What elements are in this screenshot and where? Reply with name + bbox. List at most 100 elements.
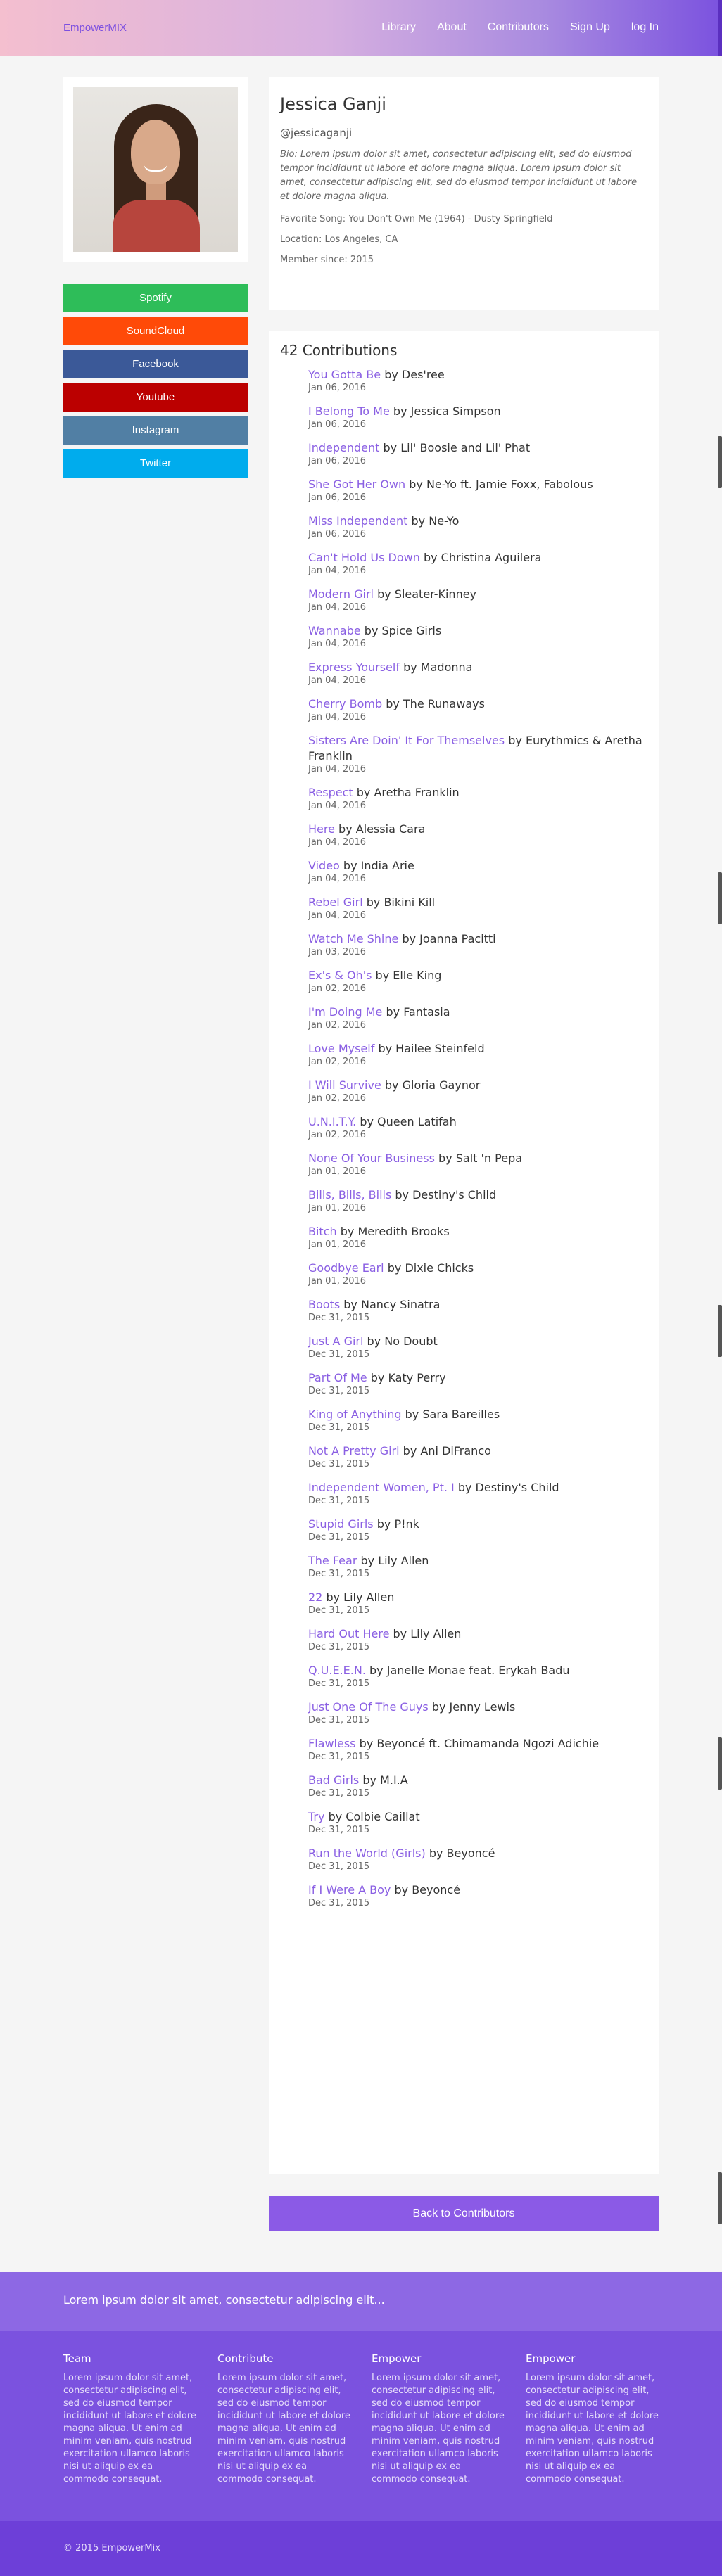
back-to-contributors-button[interactable]: Back to Contributors bbox=[269, 2196, 659, 2231]
song-link[interactable]: I'm Doing Me bbox=[308, 1005, 382, 1019]
song-link[interactable]: Modern Girl bbox=[308, 587, 374, 601]
song-link[interactable]: The Fear bbox=[308, 1554, 357, 1567]
contribution-line: Hard Out Here by Lily Allen bbox=[308, 1626, 647, 1642]
song-link[interactable]: Independent Women, Pt. I bbox=[308, 1481, 455, 1494]
contribution-line: She Got Her Own by Ne-Yo ft. Jamie Foxx,… bbox=[308, 477, 647, 492]
song-link[interactable]: Watch Me Shine bbox=[308, 932, 398, 945]
scrollbar-thumb[interactable] bbox=[718, 872, 722, 924]
song-link[interactable]: Here bbox=[308, 822, 335, 836]
contribution-line: I Belong To Me by Jessica Simpson bbox=[308, 404, 647, 419]
contribution-item: Flawless by Beyoncé ft. Chimamanda Ngozi… bbox=[308, 1736, 647, 1763]
song-link[interactable]: U.N.I.T.Y. bbox=[308, 1115, 356, 1128]
spotify-button[interactable]: Spotify bbox=[63, 284, 248, 312]
by-label: by bbox=[386, 1005, 400, 1019]
song-link[interactable]: Bad Girls bbox=[308, 1773, 359, 1787]
soundcloud-button[interactable]: SoundCloud bbox=[63, 317, 248, 345]
by-label: by bbox=[378, 1042, 393, 1055]
song-link[interactable]: Rebel Girl bbox=[308, 895, 363, 909]
song-link[interactable]: Run the World (Girls) bbox=[308, 1847, 426, 1860]
scrollbar-thumb[interactable] bbox=[718, 436, 722, 488]
artist-name: Jenny Lewis bbox=[449, 1700, 516, 1714]
contribution-date: Jan 06, 2016 bbox=[308, 456, 367, 466]
song-link[interactable]: Q.U.E.E.N. bbox=[308, 1664, 366, 1677]
brand-logo[interactable]: EmpowerMIX bbox=[63, 22, 127, 34]
nav-log-in[interactable]: log In bbox=[631, 21, 659, 34]
artist-name: Sara Bareilles bbox=[422, 1408, 500, 1421]
song-link[interactable]: Just A Girl bbox=[308, 1334, 363, 1348]
youtube-button[interactable]: Youtube bbox=[63, 383, 248, 412]
scrollbar-thumb[interactable] bbox=[718, 1737, 722, 1790]
contribution-date: Dec 31, 2015 bbox=[308, 1678, 370, 1689]
song-link[interactable]: Can't Hold Us Down bbox=[308, 551, 420, 564]
nav-sign-up[interactable]: Sign Up bbox=[570, 21, 610, 34]
nav-contributors[interactable]: Contributors bbox=[488, 21, 549, 34]
contribution-date: Jan 02, 2016 bbox=[308, 1057, 367, 1067]
song-link[interactable]: Sisters Are Doin' It For Themselves bbox=[308, 734, 505, 747]
contribution-line: Respect by Aretha Franklin bbox=[308, 785, 647, 801]
song-link[interactable]: Video bbox=[308, 859, 340, 872]
instagram-button[interactable]: Instagram bbox=[63, 416, 248, 445]
song-link[interactable]: You Gotta Be bbox=[308, 368, 381, 381]
artist-name: Katy Perry bbox=[388, 1371, 446, 1384]
song-link[interactable]: Bitch bbox=[308, 1225, 337, 1238]
song-link[interactable]: Miss Independent bbox=[308, 514, 407, 528]
contribution-line: Boots by Nancy Sinatra bbox=[308, 1297, 647, 1313]
social-links: Spotify SoundCloud Facebook Youtube Inst… bbox=[63, 284, 248, 483]
artist-name: Lily Allen bbox=[378, 1554, 429, 1567]
song-link[interactable]: 22 bbox=[308, 1590, 322, 1604]
song-link[interactable]: Bills, Bills, Bills bbox=[308, 1188, 391, 1201]
profile-handle: @jessicaganji bbox=[280, 127, 353, 139]
footer-heading: Empower bbox=[372, 2352, 422, 2365]
nav-about[interactable]: About bbox=[437, 21, 467, 34]
song-link[interactable]: Ex's & Oh's bbox=[308, 969, 372, 982]
song-link[interactable]: Just One Of The Guys bbox=[308, 1700, 429, 1714]
song-link[interactable]: Boots bbox=[308, 1298, 340, 1311]
song-link[interactable]: She Got Her Own bbox=[308, 478, 405, 491]
song-link[interactable]: None Of Your Business bbox=[308, 1152, 435, 1165]
song-link[interactable]: Independent bbox=[308, 441, 379, 454]
profile-card: Jessica Ganji @jessicaganji Bio: Lorem i… bbox=[269, 77, 659, 310]
contribution-line: Part Of Me by Katy Perry bbox=[308, 1370, 647, 1386]
song-link[interactable]: Flawless bbox=[308, 1737, 356, 1750]
profile-photo bbox=[73, 87, 238, 252]
contribution-item: Just One Of The Guys by Jenny Lewis Dec 3… bbox=[308, 1700, 647, 1726]
contribution-line: Modern Girl by Sleater-Kinney bbox=[308, 587, 647, 602]
song-link[interactable]: Stupid Girls bbox=[308, 1517, 374, 1531]
song-link[interactable]: I Belong To Me bbox=[308, 404, 390, 418]
nav-links: Library About Contributors Sign Up log I… bbox=[360, 21, 659, 34]
top-nav: EmpowerMIX Library About Contributors Si… bbox=[0, 0, 722, 56]
scrollbar-thumb[interactable] bbox=[718, 1305, 722, 1357]
profile-name: Jessica Ganji bbox=[280, 94, 386, 114]
nav-library[interactable]: Library bbox=[381, 21, 416, 34]
song-link[interactable]: Wannabe bbox=[308, 624, 361, 637]
song-link[interactable]: Express Yourself bbox=[308, 661, 400, 674]
contribution-item: I Will Survive by Gloria Gaynor Jan 02, 2… bbox=[308, 1078, 647, 1104]
song-link[interactable]: Try bbox=[308, 1810, 324, 1823]
song-link[interactable]: I Will Survive bbox=[308, 1078, 381, 1092]
song-link[interactable]: King of Anything bbox=[308, 1408, 402, 1421]
contribution-item: I'm Doing Me by Fantasia Jan 02, 2016 bbox=[308, 1005, 647, 1031]
artist-name: Beyoncé ft. Chimamanda Ngozi Adichie bbox=[376, 1737, 600, 1750]
artist-name: Hailee Steinfeld bbox=[395, 1042, 485, 1055]
song-link[interactable]: Love Myself bbox=[308, 1042, 374, 1055]
contribution-item: Wannabe by Spice Girls Jan 04, 2016 bbox=[308, 623, 647, 650]
song-link[interactable]: Cherry Bomb bbox=[308, 697, 382, 710]
song-link[interactable]: Goodbye Earl bbox=[308, 1261, 384, 1275]
by-label: by bbox=[403, 661, 417, 674]
scrollbar-thumb[interactable] bbox=[718, 2172, 722, 2224]
contribution-item: You Gotta Be by Des'ree Jan 06, 2016 bbox=[308, 367, 647, 394]
song-link[interactable]: Respect bbox=[308, 786, 353, 799]
facebook-button[interactable]: Facebook bbox=[63, 350, 248, 378]
contribution-date: Dec 31, 2015 bbox=[308, 1642, 370, 1652]
song-link[interactable]: Not A Pretty Girl bbox=[308, 1444, 400, 1458]
song-link[interactable]: If I Were A Boy bbox=[308, 1883, 391, 1896]
contribution-item: Video by India Arie Jan 04, 2016 bbox=[308, 858, 647, 885]
contribution-date: Dec 31, 2015 bbox=[308, 1788, 370, 1799]
song-link[interactable]: Hard Out Here bbox=[308, 1627, 389, 1640]
footer-text: Lorem ipsum dolor sit amet, consectetur … bbox=[372, 2373, 505, 2485]
song-link[interactable]: Part Of Me bbox=[308, 1371, 367, 1384]
by-label: by bbox=[384, 1078, 399, 1092]
contribution-line: 22 by Lily Allen bbox=[308, 1590, 647, 1605]
twitter-button[interactable]: Twitter bbox=[63, 449, 248, 478]
contribution-line: Watch Me Shine by Joanna Pacitti bbox=[308, 931, 647, 947]
